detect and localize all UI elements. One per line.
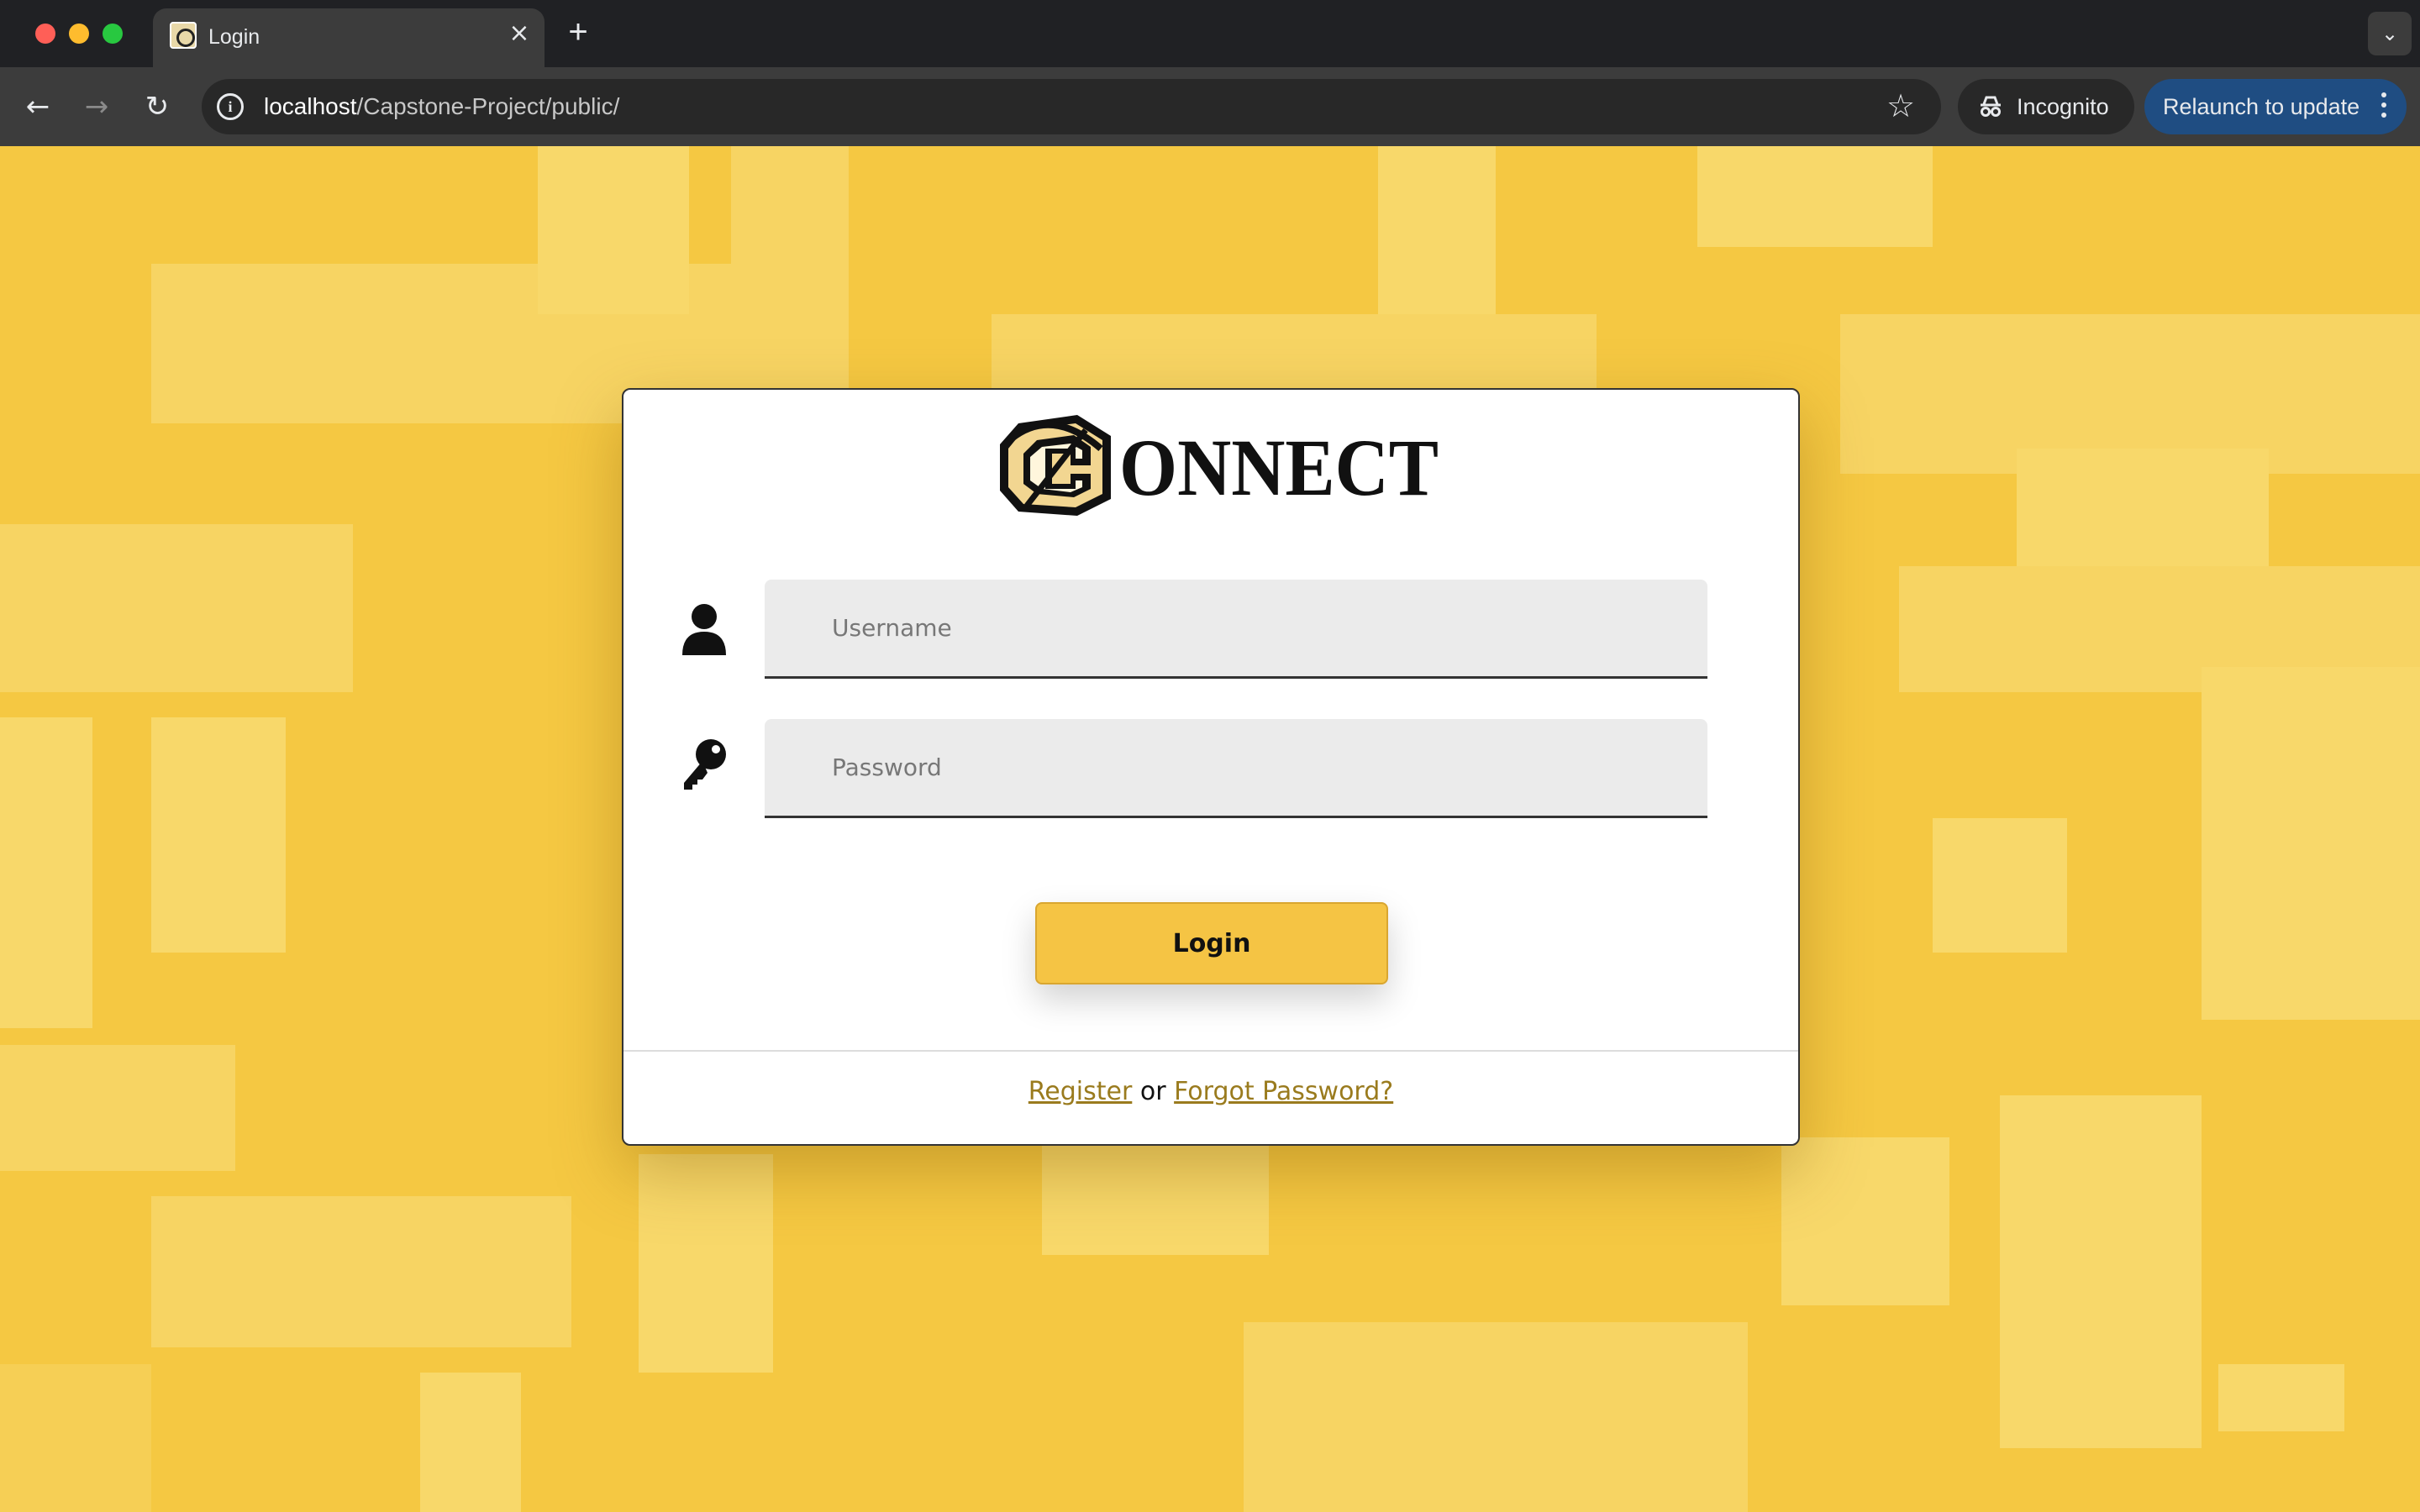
card-footer: Register or Forgot Password? — [623, 1077, 1798, 1106]
close-window-button[interactable] — [35, 24, 55, 44]
incognito-indicator[interactable]: Incognito — [1958, 79, 2134, 134]
bg-tile — [2218, 1364, 2344, 1431]
username-input[interactable] — [765, 580, 1707, 679]
bg-tile — [1933, 818, 2067, 953]
key-icon — [684, 739, 726, 790]
minimize-window-button[interactable] — [69, 24, 89, 44]
relaunch-button[interactable]: Relaunch to update — [2144, 79, 2407, 134]
bg-tile — [639, 1154, 773, 1373]
bg-tile — [0, 524, 353, 692]
bg-tile — [420, 1373, 521, 1512]
bg-tile — [1378, 146, 1496, 314]
password-input[interactable] — [765, 719, 1707, 818]
bg-tile — [1781, 1137, 1949, 1305]
login-card: ONNECT Login Register or Forgot Password… — [622, 388, 1800, 1146]
bg-tile — [1697, 146, 1933, 247]
register-link[interactable]: Register — [1028, 1077, 1133, 1106]
tab-search-chevron-icon[interactable]: ⌄ — [2368, 12, 2412, 55]
bg-tile — [151, 717, 286, 953]
tab-title: Login — [208, 25, 260, 49]
forgot-password-link[interactable]: Forgot Password? — [1174, 1077, 1393, 1106]
card-divider — [623, 1050, 1798, 1052]
bg-tile — [1244, 1322, 1748, 1512]
user-icon — [682, 604, 726, 655]
bg-tile — [0, 717, 92, 1028]
bg-tile — [2017, 449, 2269, 575]
zoom-window-button[interactable] — [103, 24, 123, 44]
address-bar[interactable]: i localhost/Capstone-Project/public/ ☆ — [202, 79, 1941, 134]
back-arrow-icon[interactable]: ← — [17, 86, 59, 128]
incognito-label: Incognito — [2017, 94, 2109, 119]
tab-close-icon[interactable]: × — [506, 20, 533, 47]
url-host: localhost — [264, 93, 357, 119]
tab-login[interactable]: Login × — [153, 8, 544, 67]
bg-tile — [0, 1364, 151, 1512]
reload-icon[interactable]: ↻ — [136, 86, 178, 128]
browser-titlebar: Login × + ⌄ — [0, 0, 2420, 67]
new-tab-icon[interactable]: + — [561, 15, 595, 49]
bg-tile — [538, 146, 689, 314]
site-info-icon[interactable]: i — [217, 93, 244, 120]
page-viewport: ONNECT Login Register or Forgot Password… — [0, 146, 2420, 1512]
bg-tile — [151, 1196, 571, 1347]
login-button[interactable]: Login — [1035, 902, 1388, 984]
or-text: or — [1139, 1077, 1166, 1106]
url-path: /Capstone-Project/public/ — [356, 93, 620, 119]
bookmark-star-icon[interactable]: ☆ — [1884, 89, 1918, 123]
bg-tile — [2000, 1095, 2202, 1448]
connect-logo: ONNECT — [1000, 415, 1439, 516]
relaunch-label: Relaunch to update — [2163, 94, 2360, 119]
incognito-icon — [1981, 96, 2001, 117]
more-menu-icon[interactable] — [2380, 92, 2388, 121]
bg-tile — [2202, 667, 2420, 1020]
bg-tile — [0, 1045, 235, 1171]
browser-toolbar: ← → ↻ i localhost/Capstone-Project/publi… — [0, 67, 2420, 146]
forward-arrow-icon[interactable]: → — [76, 86, 118, 128]
url-text[interactable]: localhost/Capstone-Project/public/ — [264, 93, 619, 120]
logo-wordmark: ONNECT — [1119, 423, 1439, 512]
favicon-icon — [170, 22, 197, 49]
